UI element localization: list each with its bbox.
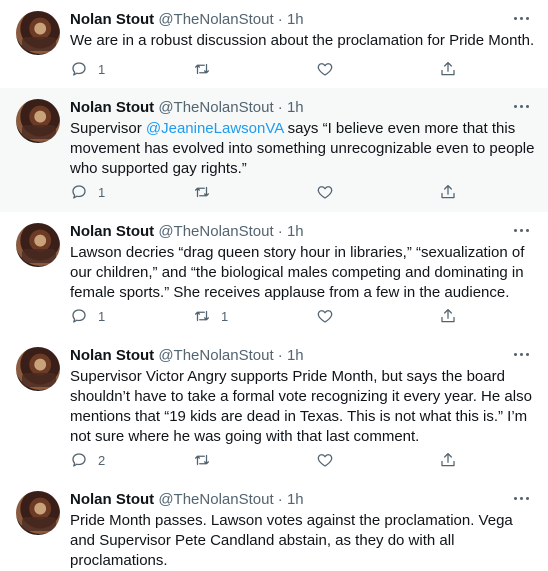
separator: · (277, 491, 283, 508)
like-button[interactable] (316, 59, 344, 79)
retweet-count: 1 (221, 308, 229, 324)
avatar[interactable] (16, 491, 60, 535)
reply-button[interactable]: 1 (70, 182, 105, 202)
tweet[interactable]: Nolan Stout @TheNolanStout · 1h Supervis… (0, 336, 548, 480)
tweet[interactable]: Nolan Stout @TheNolanStout · 1h Supervis… (0, 88, 548, 212)
retweet-icon (194, 454, 210, 466)
avatar[interactable] (16, 11, 60, 55)
tweet-text: Lawson decries “drag queen story hour in… (70, 244, 525, 301)
author-name[interactable]: Nolan Stout (70, 491, 154, 508)
tweet-actions: 1 1 (70, 306, 530, 326)
heart-icon (317, 454, 333, 467)
separator: · (277, 11, 283, 28)
more-options-icon[interactable] (514, 102, 530, 112)
tweet-header: Nolan Stout @TheNolanStout · 1h (70, 98, 304, 118)
author-name[interactable]: Nolan Stout (70, 11, 154, 28)
tweet-text: We are in a robust discussion about the … (70, 32, 535, 49)
retweet-button[interactable] (193, 182, 221, 202)
timestamp[interactable]: 1h (287, 223, 304, 240)
tweet-header: Nolan Stout @TheNolanStout · 1h (70, 490, 304, 510)
retweet-icon (194, 186, 210, 198)
tweet-header: Nolan Stout @TheNolanStout · 1h (70, 346, 304, 366)
more-options-icon[interactable] (514, 494, 530, 504)
reply-icon (72, 185, 86, 199)
share-button[interactable] (439, 59, 457, 79)
author-name[interactable]: Nolan Stout (70, 347, 154, 364)
author-handle[interactable]: @TheNolanStout (158, 11, 273, 28)
reply-count: 2 (98, 452, 106, 468)
author-name[interactable]: Nolan Stout (70, 99, 154, 116)
author-handle[interactable]: @TheNolanStout (158, 491, 273, 508)
share-button[interactable] (439, 182, 457, 202)
tweet-header: Nolan Stout @TheNolanStout · 1h (70, 222, 304, 242)
more-options-icon[interactable] (514, 14, 530, 24)
timestamp[interactable]: 1h (287, 347, 304, 364)
timestamp[interactable]: 1h (287, 491, 304, 508)
reply-icon (72, 62, 86, 76)
heart-icon (317, 186, 333, 199)
heart-icon (317, 63, 333, 76)
separator: · (277, 99, 283, 116)
avatar[interactable] (16, 223, 60, 267)
reply-count: 1 (98, 61, 106, 77)
author-handle[interactable]: @TheNolanStout (158, 347, 273, 364)
heart-icon (317, 310, 333, 323)
retweet-button[interactable] (193, 59, 221, 79)
reply-count: 1 (98, 308, 106, 324)
more-options-icon[interactable] (514, 226, 530, 236)
timestamp[interactable]: 1h (287, 99, 304, 116)
avatar[interactable] (16, 99, 60, 143)
user-mention-link[interactable]: @JeanineLawsonVA (146, 120, 284, 137)
timestamp[interactable]: 1h (287, 11, 304, 28)
retweet-icon (194, 310, 210, 322)
share-icon (441, 184, 455, 199)
share-icon (441, 61, 455, 76)
tweet-text: Supervisor Victor Angry supports Pride M… (70, 368, 532, 445)
tweet-text: Pride Month passes. Lawson votes against… (70, 512, 513, 569)
like-button[interactable] (316, 182, 344, 202)
reply-button[interactable]: 2 (70, 450, 105, 470)
tweet-actions: 2 (70, 450, 530, 470)
reply-icon (72, 453, 86, 467)
tweet[interactable]: Nolan Stout @TheNolanStout · 1h Pride Mo… (0, 480, 548, 569)
avatar[interactable] (16, 347, 60, 391)
separator: · (277, 223, 283, 240)
share-button[interactable] (439, 306, 457, 326)
more-options-icon[interactable] (514, 350, 530, 360)
retweet-button[interactable] (193, 450, 221, 470)
reply-button[interactable]: 1 (70, 59, 105, 79)
reply-icon (72, 309, 86, 323)
author-handle[interactable]: @TheNolanStout (158, 99, 273, 116)
like-button[interactable] (316, 306, 344, 326)
reply-button[interactable]: 1 (70, 306, 105, 326)
tweet-text: Supervisor @JeanineLawsonVA says “I beli… (70, 120, 535, 177)
retweet-icon (194, 63, 210, 75)
tweet[interactable]: Nolan Stout @TheNolanStout · 1h We are i… (0, 0, 548, 88)
tweet-header: Nolan Stout @TheNolanStout · 1h (70, 10, 304, 30)
separator: · (277, 347, 283, 364)
tweet-actions: 1 (70, 59, 530, 79)
retweet-button[interactable]: 1 (193, 306, 228, 326)
share-icon (441, 452, 455, 467)
author-handle[interactable]: @TheNolanStout (158, 223, 273, 240)
share-button[interactable] (439, 450, 457, 470)
share-icon (441, 308, 455, 323)
tweet[interactable]: Nolan Stout @TheNolanStout · 1h Lawson d… (0, 212, 548, 336)
like-button[interactable] (316, 450, 344, 470)
tweet-actions: 1 (70, 182, 530, 202)
author-name[interactable]: Nolan Stout (70, 223, 154, 240)
reply-count: 1 (98, 184, 106, 200)
